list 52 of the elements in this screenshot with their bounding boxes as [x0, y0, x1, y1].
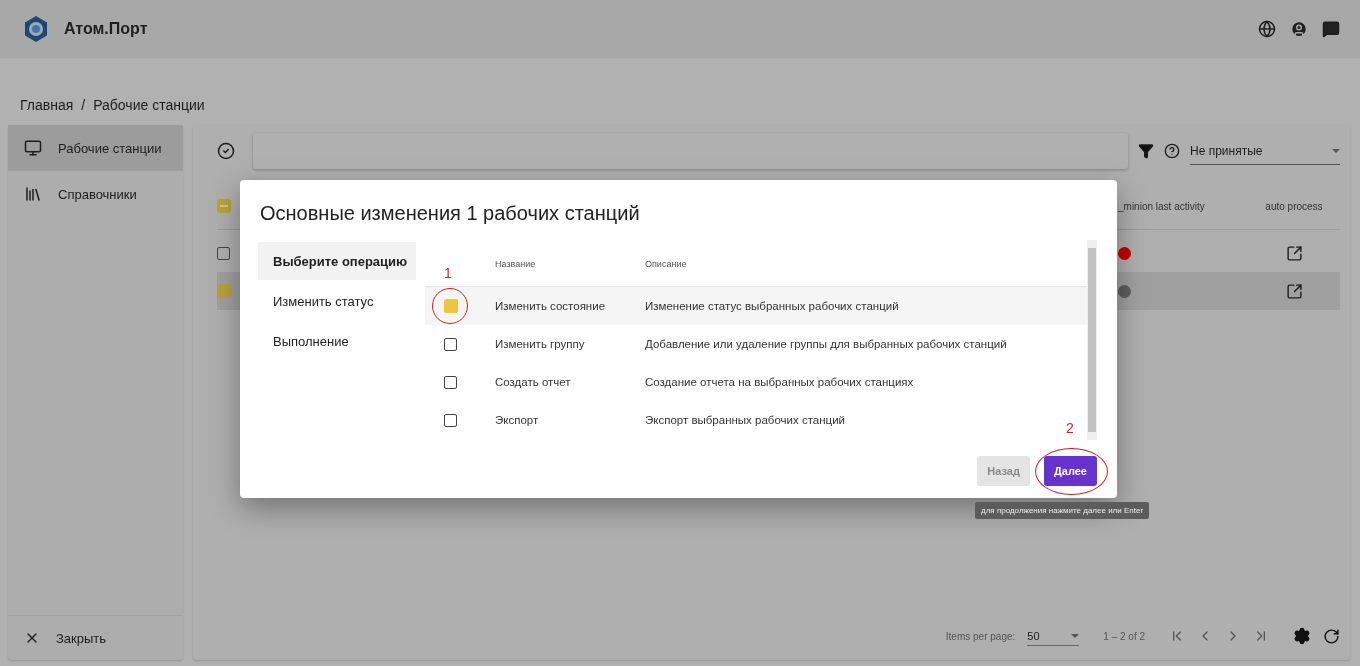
- page-range: 1 – 2 of 2: [1103, 630, 1145, 642]
- header-checkbox[interactable]: [217, 199, 231, 213]
- checkbox[interactable]: [444, 299, 458, 313]
- book-icon: [24, 185, 42, 203]
- operation-name: Создать отчет: [495, 376, 572, 388]
- help-icon[interactable]: [1164, 143, 1180, 159]
- breadcrumb-separator: /: [81, 97, 86, 113]
- dialog-title: Основные изменения 1 рабочих станций: [260, 202, 641, 225]
- open-icon[interactable]: [1285, 282, 1303, 300]
- scrollbar[interactable]: [1087, 240, 1097, 440]
- settings-icon[interactable]: [1293, 627, 1311, 645]
- app-title: Атом.Порт: [64, 20, 148, 38]
- annotation-number: 2: [1065, 420, 1074, 436]
- sidebar-item[interactable]: Рабочие станции: [8, 125, 183, 171]
- open-icon[interactable]: [1285, 244, 1303, 262]
- operation-name: Изменить состояние: [495, 300, 607, 312]
- operation-description: Экспорт выбранных рабочих станций: [645, 414, 847, 426]
- step-item[interactable]: Выполнение: [258, 322, 416, 360]
- annotation-number: 1: [444, 265, 452, 281]
- user-icon[interactable]: [1290, 20, 1308, 38]
- breadcrumb-link[interactable]: Рабочие станции: [93, 97, 205, 113]
- checkbox[interactable]: [444, 375, 457, 389]
- column-header: auto process: [1265, 200, 1323, 212]
- search-field[interactable]: [253, 133, 1128, 169]
- checkbox[interactable]: [217, 284, 231, 298]
- operation-description: Изменение статус выбранных рабочих станций: [645, 300, 900, 312]
- items-per-page-label: Items per page:: [945, 630, 1016, 642]
- sidebar-item[interactable]: Справочники: [8, 171, 183, 217]
- status-select[interactable]: Не принятые: [1190, 137, 1340, 165]
- column-header: _minion last activity: [1118, 200, 1205, 212]
- page-size-select[interactable]: 50: [1027, 626, 1080, 646]
- tooltip: для продолжения нажмите далее или Enter: [975, 502, 1150, 519]
- step-item[interactable]: Выберите операцию: [258, 242, 416, 280]
- breadcrumb-link[interactable]: Главная: [20, 97, 74, 113]
- dialog-button[interactable]: Далее: [1043, 456, 1097, 486]
- checkbox[interactable]: [444, 413, 457, 427]
- monitor-icon: [24, 139, 42, 157]
- checkbox[interactable]: [217, 246, 230, 260]
- globe-icon[interactable]: [1258, 20, 1276, 38]
- column-header: Описание: [645, 259, 688, 269]
- operation-name: Изменить группу: [495, 338, 586, 350]
- refresh-icon[interactable]: [1323, 627, 1340, 645]
- filter-icon[interactable]: [1138, 143, 1154, 159]
- checkbox[interactable]: [444, 337, 457, 351]
- step-item[interactable]: Изменить статус: [258, 282, 416, 320]
- logo-icon: [22, 15, 50, 43]
- column-header: Название: [495, 259, 537, 269]
- operation-name: Экспорт: [495, 414, 540, 426]
- operation-description: Добавление или удаление группы для выбранных рабочих станций: [645, 338, 1008, 350]
- chat-icon[interactable]: [1322, 20, 1340, 38]
- operation-description: Создание отчета на выбранных рабочих станциях: [645, 376, 915, 388]
- close-button[interactable]: Закрыть: [8, 615, 183, 660]
